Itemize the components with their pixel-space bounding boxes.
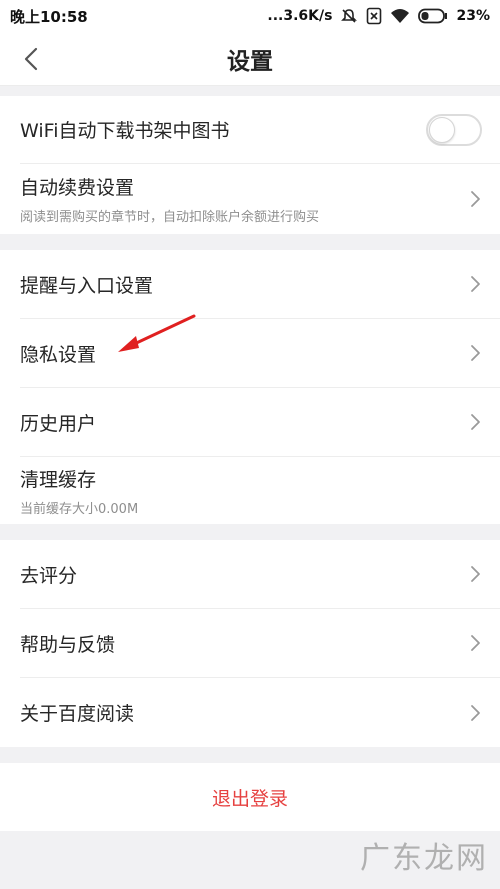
section-gap — [0, 747, 500, 763]
chevron-right-icon — [471, 414, 480, 430]
battery-level: 23% — [456, 8, 490, 24]
chevron-right-icon — [471, 191, 480, 207]
history-users-row[interactable]: 历史用户 — [20, 388, 500, 457]
clear-cache-row[interactable]: 清理缓存 当前缓存大小0.00M — [20, 457, 500, 524]
wifi-auto-download-row[interactable]: WiFi自动下载书架中图书 — [20, 96, 500, 164]
navigation-bar: 设置 — [0, 32, 500, 86]
chevron-right-icon — [471, 704, 480, 721]
annotation-arrow-icon — [118, 314, 196, 352]
chevron-right-icon — [471, 345, 480, 361]
chevron-right-icon — [471, 635, 480, 651]
chevron-right-icon — [471, 566, 480, 582]
chevron-left-icon — [24, 47, 38, 71]
rate-app-label: 去评分 — [20, 564, 78, 587]
back-button[interactable] — [16, 44, 46, 74]
help-feedback-row[interactable]: 帮助与反馈 — [20, 609, 500, 678]
about-app-row[interactable]: 关于百度阅读 — [20, 678, 500, 747]
about-app-label: 关于百度阅读 — [20, 703, 135, 725]
reminder-entry-settings-row[interactable]: 提醒与入口设置 — [20, 250, 500, 319]
battery-icon — [418, 8, 448, 24]
section-gap — [0, 86, 500, 96]
logout-label: 退出登录 — [211, 787, 288, 810]
status-bar: 晚上10:58 ...3.6K/s 23% — [0, 0, 500, 32]
wifi-auto-download-label: WiFi自动下载书架中图书 — [20, 120, 230, 142]
logout-button[interactable]: 退出登录 — [0, 763, 500, 831]
cache-size-text: 当前缓存大小0.00M — [20, 501, 139, 517]
wifi-icon — [390, 8, 410, 24]
settings-group-general: 提醒与入口设置 隐私设置 历史用户 清理缓存 当前缓存大小0.00M — [0, 250, 500, 524]
section-gap — [0, 234, 500, 250]
auto-renew-label: 自动续费设置 — [20, 177, 135, 199]
settings-group-about: 去评分 帮助与反馈 关于百度阅读 — [0, 540, 500, 747]
settings-group-download: WiFi自动下载书架中图书 自动续费设置 阅读到需购买的章节时，自动扣除账户余额… — [0, 96, 500, 234]
network-speed: ...3.6K/s — [267, 8, 333, 24]
wifi-auto-download-toggle[interactable] — [426, 113, 482, 146]
chevron-right-icon — [471, 276, 480, 292]
clear-cache-label: 清理缓存 — [20, 468, 97, 491]
section-gap — [0, 524, 500, 540]
help-feedback-label: 帮助与反馈 — [20, 633, 116, 656]
privacy-settings-label: 隐私设置 — [20, 343, 97, 366]
status-time: 晚上10:58 — [10, 7, 88, 26]
page-title: 设置 — [227, 48, 273, 75]
reminder-entry-label: 提醒与入口设置 — [20, 274, 154, 297]
sim-off-icon — [366, 7, 382, 25]
auto-renew-description: 阅读到需购买的章节时，自动扣除账户余额进行购买 — [20, 210, 320, 225]
auto-renew-settings-row[interactable]: 自动续费设置 阅读到需购买的章节时，自动扣除账户余额进行购买 — [20, 164, 500, 234]
history-users-label: 历史用户 — [20, 412, 97, 435]
toggle-knob — [429, 116, 455, 143]
rate-app-row[interactable]: 去评分 — [20, 540, 500, 609]
watermark-logo: 广东龙网 — [360, 841, 488, 876]
mute-icon — [340, 7, 358, 25]
privacy-settings-row[interactable]: 隐私设置 — [20, 319, 500, 388]
status-icons: ...3.6K/s 23% — [267, 7, 490, 25]
